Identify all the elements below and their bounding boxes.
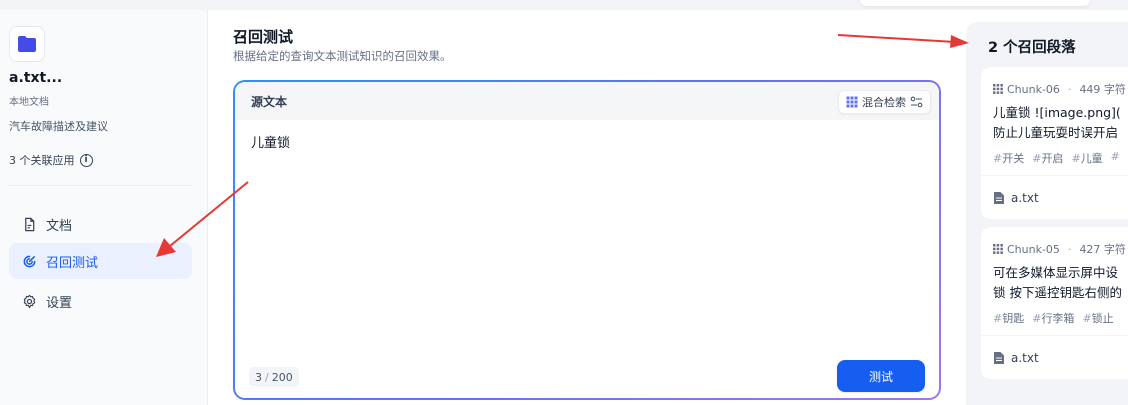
sidebar-item-label: 设置 [46,295,73,311]
related-apps-label: 3 个关联应用 [9,154,75,167]
sidebar-item-label: 召回测试 [46,255,99,271]
chunk-tags: #开关 #开启 #儿童 # [993,150,1120,166]
result-chunk[interactable]: Chunk-05 · 427 字符 可在多媒体显示屏中设 锁 按下遥控钥匙右侧的… [981,227,1128,379]
page-title: 召回测试 [233,28,294,46]
meta-separator: · [1067,82,1072,96]
dataset-name: a.txt... [9,70,63,86]
dataset-type: 本地文档 [9,97,49,108]
target-icon [23,255,36,267]
chunk-content: 儿童锁 ![image.png]( 防止儿童玩耍时误开启 [993,103,1128,143]
related-apps: 3 个关联应用 i [9,152,93,168]
chunk-line: 防止儿童玩耍时误开启 [993,125,1119,140]
counter-separator: / [265,370,269,384]
document-icon [25,217,35,231]
chunk-meta: Chunk-05 · 427 字符 [993,241,1126,257]
settings-sliders-icon [910,96,923,108]
top-bar [0,0,1128,10]
sidebar-divider [9,185,192,186]
chunk-line: 可在多媒体显示屏中设 [993,265,1119,280]
query-label: 源文本 [251,94,288,109]
tag: #开启 [1032,152,1064,165]
file-name: a.txt [1011,191,1039,205]
tag: #行李箱 [1032,312,1075,325]
chunk-divider [981,175,1128,176]
chunk-chars: 427 字符 [1079,243,1126,256]
tag: #钥匙 [993,312,1025,325]
retrieval-mode-label: 混合检索 [862,96,906,109]
folder-icon [9,26,45,62]
char-limit: 200 [271,370,293,384]
results-title: 2 个召回段落 [988,40,1076,56]
dataset-description: 汽车故障描述及建议 [9,120,108,133]
chunk-line: 锁 按下遥控钥匙右侧的 [993,285,1122,300]
tag: #锁止 [1082,312,1114,325]
grid-dots-icon [993,84,1003,94]
chunk-id: Chunk-06 [1007,82,1060,96]
gear-icon [23,294,36,308]
sidebar-item-documents[interactable]: 文档 [9,206,192,242]
results-panel: 2 个召回段落 Chunk-06 · 449 字符 儿童锁 ![image.pn… [966,22,1128,405]
meta-separator: · [1067,242,1072,256]
test-button[interactable]: 测试 [837,360,925,392]
dataset-sidebar: a.txt... 本地文档 汽车故障描述及建议 3 个关联应用 i 文档 召回测… [0,10,208,405]
page-subtitle: 根据给定的查询文本测试知识的召回效果。 [233,49,452,63]
retrieval-mode-button[interactable]: 混合检索 [838,90,931,114]
file-icon [994,352,1004,364]
tag: # [1110,150,1120,163]
char-count: 3 [255,370,262,384]
chunk-chars: 449 字符 [1079,83,1126,96]
query-header: 源文本 混合检索 [235,82,939,120]
top-tab-edge [860,0,1090,6]
sidebar-item-settings[interactable]: 设置 [9,283,192,319]
result-chunk[interactable]: Chunk-06 · 449 字符 儿童锁 ![image.png]( 防止儿童… [981,67,1128,219]
tag: #开关 [993,152,1025,165]
grid-dots-icon [993,244,1003,254]
chunk-content: 可在多媒体显示屏中设 锁 按下遥控钥匙右侧的 [993,263,1128,303]
grid-icon [846,96,858,108]
chunk-line: 儿童锁 ![image.png]( [993,105,1121,120]
annotation-arrow [837,34,969,48]
file-icon [994,192,1004,204]
chunk-source-file[interactable]: a.txt [993,351,1039,365]
sidebar-item-retrieval-test[interactable]: 召回测试 [9,243,192,279]
tag: #儿童 [1071,152,1103,165]
sidebar-item-label: 文档 [46,218,73,234]
query-panel: 源文本 混合检索 儿童锁 3 / 200 测试 [233,80,941,400]
query-textarea[interactable]: 儿童锁 [251,132,290,151]
chunk-divider [981,335,1128,336]
chunk-tags: #钥匙 #行李箱 #锁止 [993,310,1114,326]
info-icon[interactable]: i [79,153,93,167]
file-name: a.txt [1011,351,1039,365]
char-counter: 3 / 200 [249,367,299,387]
chunk-meta: Chunk-06 · 449 字符 [993,81,1126,97]
chunk-id: Chunk-05 [1007,242,1060,256]
chunk-source-file[interactable]: a.txt [993,191,1039,205]
